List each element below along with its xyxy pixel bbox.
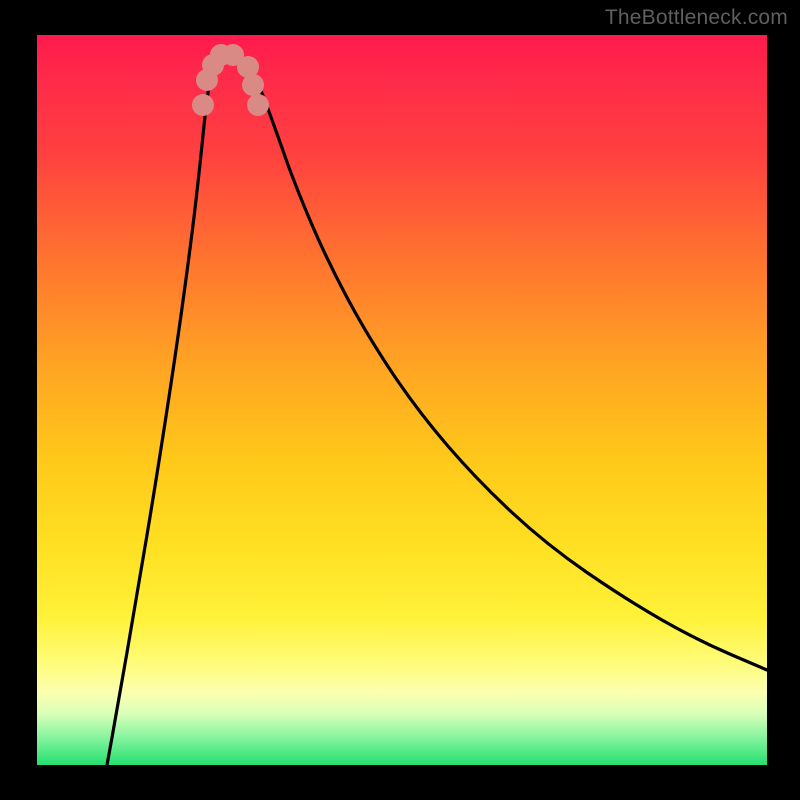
curve-left-branch: [107, 55, 233, 765]
watermark-text: TheBottleneck.com: [605, 6, 788, 30]
marker-layer: [192, 44, 269, 116]
marker-dot: [247, 94, 269, 116]
chart-svg: [37, 35, 767, 765]
marker-dot: [242, 74, 264, 96]
curve-layer: [107, 55, 767, 765]
outer-frame: TheBottleneck.com: [0, 0, 800, 800]
plot-area: [37, 35, 767, 765]
marker-dot: [192, 94, 214, 116]
curve-right-branch: [233, 55, 767, 670]
